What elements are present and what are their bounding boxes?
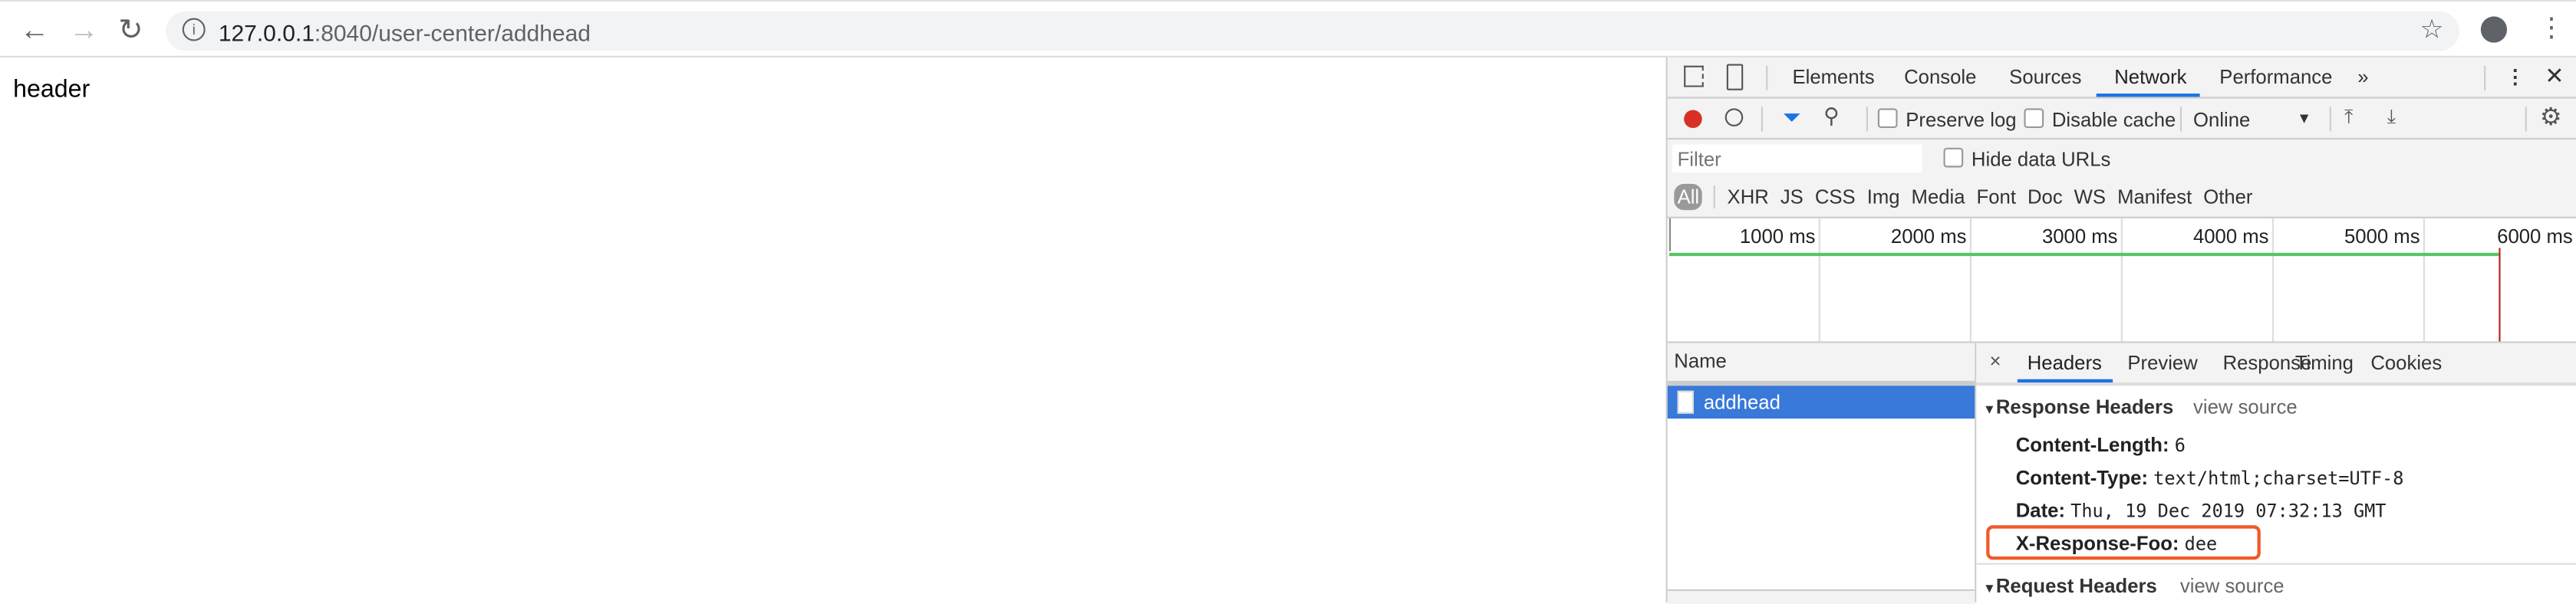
- response-headers-section[interactable]: ▼Response Headers: [1983, 396, 2173, 419]
- import-har-icon[interactable]: ⤒: [2344, 105, 2353, 130]
- browser-toolbar: ← → ↻ i 127.0.0.1:8040/user-center/addhe…: [0, 0, 2576, 57]
- filter-bar: Hide data URLs All XHR JS CSS Img Media …: [1667, 140, 2576, 218]
- active-tab-indicator: [2096, 94, 2200, 97]
- network-overview[interactable]: 1000 ms 2000 ms 3000 ms 4000 ms 5000 ms …: [1667, 216, 2576, 345]
- close-devtools-icon[interactable]: ✕: [2545, 62, 2564, 90]
- type-js[interactable]: JS: [1780, 185, 1804, 208]
- clear-icon[interactable]: [1724, 108, 1744, 126]
- tick-label: 1000 ms: [1739, 225, 1816, 248]
- tab-cookies[interactable]: Cookies: [2370, 351, 2442, 374]
- tick-label: 2000 ms: [1890, 225, 1967, 248]
- tick-label: 3000 ms: [2041, 225, 2118, 248]
- tab-network[interactable]: Network: [2114, 66, 2186, 89]
- resource-type-filters: All XHR JS CSS Img Media Font Doc WS Man…: [1674, 182, 2253, 212]
- header-row: Content-Length: 6: [2015, 433, 2186, 457]
- forward-icon[interactable]: →: [69, 13, 99, 46]
- type-other[interactable]: Other: [2203, 185, 2252, 208]
- address-bar[interactable]: i 127.0.0.1:8040/user-center/addhead: [166, 11, 2459, 51]
- document-icon: [1677, 390, 1694, 414]
- tick-label: 5000 ms: [2344, 225, 2420, 248]
- tab-preview[interactable]: Preview: [2127, 351, 2197, 374]
- star-icon[interactable]: ☆: [2420, 13, 2444, 46]
- request-details: × Headers Preview Response Timing Cookie…: [1976, 343, 2576, 602]
- settings-gear-icon[interactable]: ⚙: [2540, 102, 2562, 131]
- type-css[interactable]: CSS: [1815, 185, 1856, 208]
- device-toggle-icon[interactable]: [1726, 64, 1744, 90]
- type-img[interactable]: Img: [1867, 185, 1900, 208]
- tab-headers[interactable]: Headers: [2028, 351, 2102, 374]
- url-path: :8040/user-center/addhead: [314, 19, 591, 46]
- tab-sources[interactable]: Sources: [2009, 66, 2081, 89]
- network-toolbar: ⏷ ⚲ Preserve log Disable cache Online ▼ ⤒…: [1667, 98, 2576, 140]
- devtools-tabbar: Elements Console Sources Network Perform…: [1667, 57, 2576, 99]
- name-column-header[interactable]: Name: [1667, 343, 1975, 386]
- type-all[interactable]: All: [1674, 183, 1703, 211]
- request-headers-section[interactable]: ▼Request Headers: [1983, 575, 2157, 598]
- request-list: Name addhead: [1667, 343, 1977, 604]
- reload-icon[interactable]: ↻: [118, 13, 143, 46]
- view-source-link[interactable]: view source: [2180, 575, 2284, 598]
- highlight-box: [1986, 525, 2261, 560]
- type-font[interactable]: Font: [1977, 185, 2016, 208]
- filter-icon[interactable]: ⏷: [1783, 103, 1801, 131]
- record-icon[interactable]: [1684, 110, 1702, 129]
- url-host: 127.0.0.1: [218, 19, 315, 46]
- tab-timing[interactable]: Timing: [2295, 351, 2354, 374]
- search-icon[interactable]: ⚲: [1823, 103, 1839, 130]
- preserve-log-checkbox[interactable]: Preserve log: [1877, 108, 2017, 131]
- type-ws[interactable]: WS: [2074, 185, 2106, 208]
- triangle-down-icon: ▼: [1982, 402, 1996, 417]
- page-content: header: [13, 75, 91, 103]
- more-tabs-icon[interactable]: »: [2357, 66, 2368, 89]
- type-media[interactable]: Media: [1912, 185, 1965, 208]
- type-manifest[interactable]: Manifest: [2117, 185, 2192, 208]
- account-icon[interactable]: [2480, 16, 2508, 43]
- request-timing-bar: [1668, 252, 2499, 257]
- devtools-panel: Elements Console Sources Network Perform…: [1665, 57, 2576, 604]
- triangle-down-icon: ▼: [1982, 581, 1996, 596]
- type-doc[interactable]: Doc: [2028, 185, 2063, 208]
- close-details-icon[interactable]: ×: [1989, 350, 2001, 373]
- request-row[interactable]: addhead: [1667, 386, 1975, 419]
- inspect-icon[interactable]: [1684, 65, 1704, 87]
- tab-console[interactable]: Console: [1904, 66, 1976, 89]
- view-source-link[interactable]: view source: [2193, 396, 2298, 419]
- disable-cache-checkbox[interactable]: Disable cache: [2024, 108, 2176, 131]
- filter-input[interactable]: [1672, 144, 1922, 172]
- throttling-select[interactable]: Online ▼: [2193, 108, 2311, 131]
- devtools-menu-icon[interactable]: ⋮: [2505, 66, 2525, 89]
- details-tabbar: × Headers Preview Response Timing Cookie…: [1976, 343, 2576, 386]
- header-row: Date: Thu, 19 Dec 2019 07:32:13 GMT: [2015, 499, 2387, 523]
- tick-label: 6000 ms: [2497, 225, 2573, 248]
- info-icon[interactable]: i: [182, 18, 206, 41]
- tab-performance[interactable]: Performance: [2219, 66, 2332, 89]
- type-xhr[interactable]: XHR: [1728, 185, 1769, 208]
- load-event-line: [2499, 248, 2501, 342]
- tab-elements[interactable]: Elements: [1792, 66, 1874, 89]
- dropdown-arrow-icon: ▼: [2297, 110, 2312, 126]
- export-har-icon[interactable]: ⤓: [2387, 105, 2396, 130]
- header-row: Content-Type: text/html;charset=UTF-8: [2015, 466, 2404, 490]
- menu-icon[interactable]: ⋮: [2538, 11, 2564, 44]
- back-icon[interactable]: ←: [20, 13, 50, 46]
- tick-label: 4000 ms: [2192, 225, 2269, 248]
- hide-data-urls-checkbox[interactable]: Hide data URLs: [1943, 147, 2110, 171]
